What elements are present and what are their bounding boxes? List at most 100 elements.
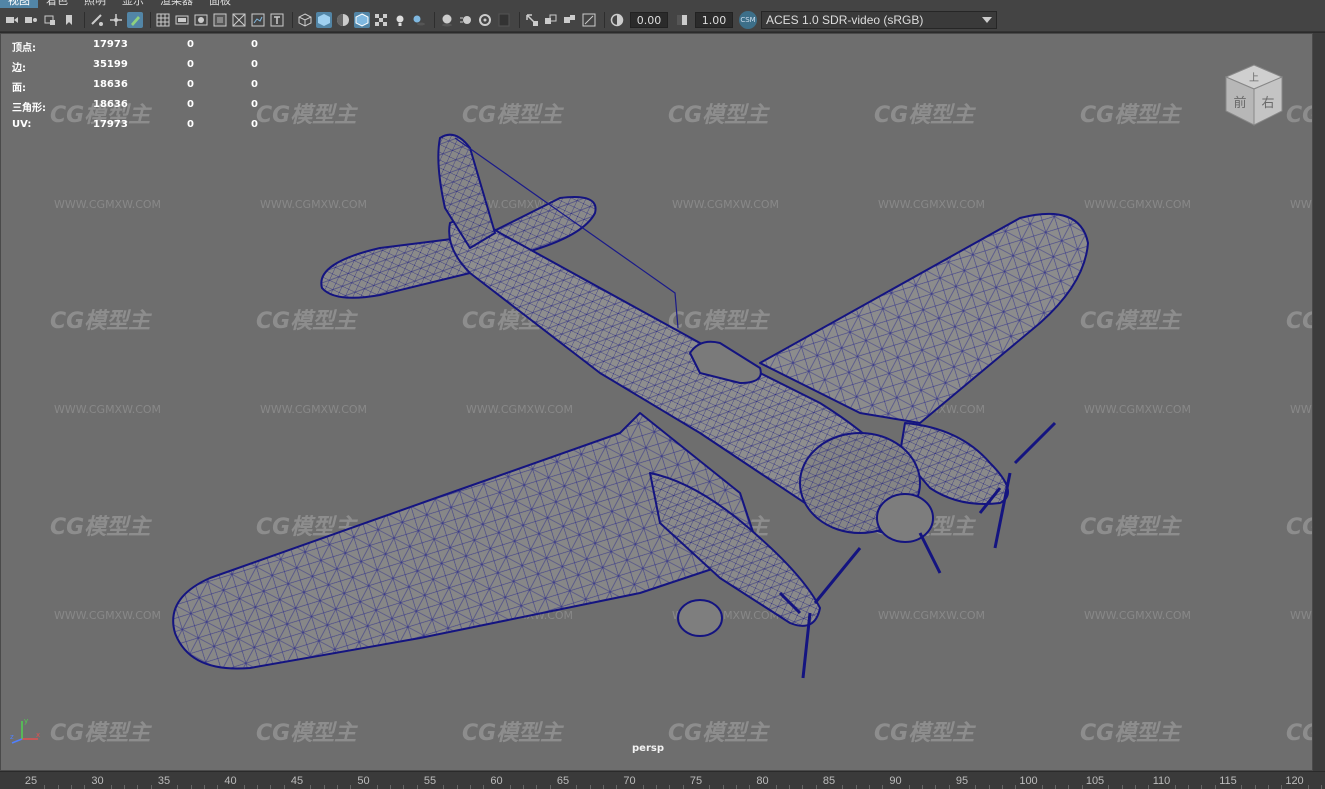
timeline-tick-label: 60 — [490, 775, 503, 787]
image-plane-icon[interactable] — [42, 12, 58, 28]
timeline-tick-label: 90 — [889, 775, 902, 787]
menu-item[interactable]: 面板 — [201, 0, 239, 8]
timeline-minor-tick — [469, 785, 471, 789]
safe-action-icon[interactable] — [250, 12, 266, 28]
timeline-minor-tick — [203, 785, 205, 789]
motion-blur-icon[interactable] — [458, 12, 474, 28]
menu-item[interactable]: 渲染器 — [152, 0, 201, 8]
timeline-minor-tick — [656, 785, 658, 789]
timeline-tick-label: 95 — [955, 775, 969, 787]
timeline-minor-tick — [310, 785, 312, 789]
timeline-tick-label: 70 — [623, 775, 636, 787]
timeline-minor-tick — [749, 785, 751, 789]
time-slider[interactable]: 25 30 35 40 45 50 55 60 65 70 75 80 85 90 95 100 105 110 1… — [0, 771, 1325, 789]
menu-item[interactable]: 着色 — [38, 0, 76, 8]
film-gate-icon[interactable] — [174, 12, 190, 28]
view-cube[interactable]: 上 前 右 — [1222, 61, 1286, 131]
timeline-minor-tick — [1188, 785, 1190, 789]
camera-frame-icon[interactable] — [581, 12, 597, 28]
hud-label: 顶点: — [12, 43, 36, 54]
perspective-viewport[interactable]: CG模型主CG模型主CG模型主CG模型主CG模型主CG模型主CG模型主CG模型主… — [0, 33, 1313, 771]
camera-attributes-icon[interactable] — [23, 12, 39, 28]
grease-pencil-icon[interactable] — [127, 11, 143, 28]
xray-joints-icon[interactable] — [543, 12, 559, 28]
timeline-minor-tick — [948, 785, 950, 789]
timeline-minor-tick — [802, 785, 804, 789]
timeline-minor-tick — [1055, 785, 1057, 789]
viewport-toolbar: 0.00 1.00 CSM ACES 1.0 SDR-video (sRGB) — [0, 8, 1325, 32]
timeline-minor-tick — [1068, 785, 1070, 789]
xray-active-icon[interactable] — [562, 12, 578, 28]
timeline-minor-tick — [882, 785, 884, 789]
timeline-minor-tick — [1041, 785, 1043, 789]
timeline-minor-tick — [1134, 785, 1136, 789]
menu-item[interactable]: 视图 — [0, 0, 38, 8]
field-chart-icon[interactable] — [231, 12, 247, 28]
resolution-gate-icon[interactable] — [193, 12, 209, 28]
shadows-icon[interactable] — [411, 12, 427, 28]
lights-icon[interactable] — [392, 12, 408, 28]
landing-gear — [677, 599, 723, 637]
grid-icon[interactable] — [155, 12, 171, 28]
timeline-minor-tick — [70, 785, 72, 789]
timeline-tick-label: 105 — [1085, 775, 1105, 787]
camera-icon[interactable] — [4, 12, 20, 28]
toolbar-separator — [84, 11, 85, 28]
timeline-minor-tick — [935, 785, 937, 789]
gamma-field[interactable]: 1.00 — [695, 11, 733, 28]
nose-spinner — [918, 532, 942, 574]
timeline-tick-label: 35 — [157, 775, 171, 787]
view-cube-top-label: 上 — [1249, 72, 1259, 84]
isolate-select-icon[interactable] — [524, 12, 540, 28]
hud-value-total: 35199 — [93, 59, 128, 70]
color-space-dropdown[interactable]: ACES 1.0 SDR-video (sRGB) — [761, 10, 997, 29]
timeline-minor-tick — [376, 785, 378, 789]
timeline-minor-tick — [350, 785, 352, 789]
hud-value-other: 0 — [251, 79, 258, 90]
timeline-minor-tick — [1108, 785, 1110, 789]
gamma-icon[interactable] — [674, 12, 690, 28]
color-space-value: ACES 1.0 SDR-video (sRGB) — [766, 12, 924, 27]
airplane-wireframe-model[interactable] — [0, 33, 1313, 771]
menu-item[interactable]: 照明 — [76, 0, 114, 8]
timeline-tick-label: 120 — [1285, 775, 1304, 787]
hud-value-total: 17973 — [93, 119, 128, 130]
timeline-minor-tick — [57, 785, 59, 789]
hud-label: 三角形: — [12, 103, 46, 114]
timeline-minor-tick — [110, 785, 112, 789]
safe-title-icon[interactable] — [269, 12, 285, 28]
bookmark-icon[interactable] — [61, 12, 77, 28]
exposure-icon[interactable] — [609, 12, 625, 28]
timeline-minor-tick — [443, 785, 445, 789]
timeline-minor-tick — [283, 785, 285, 789]
hud-value-other: 0 — [251, 119, 258, 130]
wireframe-on-shaded-icon[interactable] — [354, 11, 370, 28]
anti-aliasing-icon[interactable] — [477, 12, 493, 28]
timeline-minor-tick — [842, 785, 844, 789]
hud-label: 边: — [12, 63, 26, 74]
timeline-minor-tick — [669, 785, 671, 789]
hud-value-selected: 0 — [187, 39, 194, 50]
view-cube-front-label: 前 — [1233, 95, 1246, 111]
timeline-minor-tick — [456, 785, 458, 789]
default-material-icon[interactable] — [335, 12, 351, 28]
hud-row: 三角形: 18636 0 0 — [12, 99, 272, 119]
xray-icon[interactable] — [373, 12, 389, 28]
color-management-icon[interactable]: CSM — [739, 10, 757, 29]
timeline-minor-tick — [1174, 785, 1176, 789]
gate-mask-icon[interactable] — [212, 12, 228, 28]
wireframe-icon[interactable] — [297, 12, 313, 28]
menu-item[interactable]: 显示 — [114, 0, 152, 8]
2d-pan-icon[interactable] — [108, 12, 124, 28]
timeline-minor-tick — [975, 785, 977, 789]
smooth-shade-icon[interactable] — [316, 11, 332, 28]
ambient-occlusion-icon[interactable] — [439, 12, 455, 28]
timeline-minor-tick — [549, 785, 551, 789]
timeline-minor-tick — [988, 785, 990, 789]
pan-zoom-icon[interactable] — [89, 12, 105, 28]
timeline-minor-tick — [403, 785, 405, 789]
depth-of-field-icon[interactable] — [496, 12, 512, 28]
toolbar-separator — [604, 11, 605, 28]
toolbar-separator — [150, 11, 151, 28]
exposure-field[interactable]: 0.00 — [630, 11, 668, 28]
